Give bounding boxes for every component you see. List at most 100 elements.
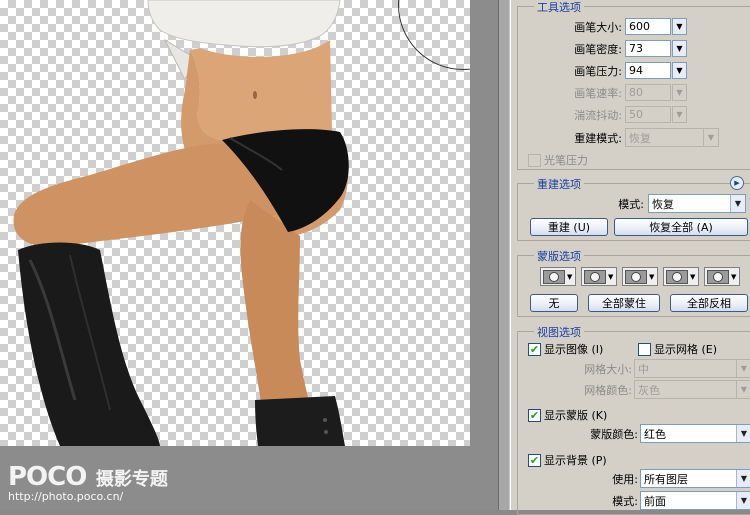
reconstruct-mode-select: 恢复 ▼ bbox=[625, 128, 719, 147]
backdrop-mode-value: 前面 bbox=[644, 494, 666, 508]
brush-density-input[interactable]: 73 bbox=[625, 40, 671, 57]
chevron-down-icon: ▼ bbox=[649, 272, 655, 281]
mask-all-button[interactable]: 全部蒙住 bbox=[588, 294, 660, 312]
show-mesh-checkbox[interactable] bbox=[638, 342, 651, 356]
show-mask-checkbox[interactable]: ✔ bbox=[528, 408, 541, 422]
mesh-size-label: 网格大小: bbox=[584, 362, 632, 376]
chevron-down-icon: ▼ bbox=[736, 425, 750, 442]
watermark-title: 摄影专题 bbox=[95, 469, 168, 490]
reconstruct-mode-value2: 恢复 bbox=[652, 197, 674, 211]
photo-figure bbox=[13, 0, 349, 446]
brush-size-input[interactable]: 600 bbox=[625, 18, 671, 35]
canvas-area: POCO 摄影专题 http://photo.poco.cn/ bbox=[0, 0, 498, 510]
show-image-label: 显示图像 (I) bbox=[544, 343, 604, 356]
use-value: 所有图层 bbox=[644, 472, 688, 486]
invert-all-button[interactable]: 全部反相 bbox=[670, 294, 748, 312]
mask-subtract-button[interactable]: ▼ bbox=[622, 267, 658, 286]
brush-pressure-input[interactable]: 94 bbox=[625, 62, 671, 79]
chevron-down-icon: ▼ bbox=[703, 129, 718, 146]
chevron-down-icon: ▼ bbox=[690, 272, 696, 281]
chevron-down-icon: ▼ bbox=[736, 360, 750, 377]
show-backdrop-checkbox[interactable]: ✔ bbox=[528, 453, 541, 467]
backdrop-mode-select[interactable]: 前面 ▼ bbox=[640, 491, 750, 510]
chevron-down-icon: ▼ bbox=[731, 272, 737, 281]
brush-pressure-row: 画笔压力: 94 ▼ bbox=[562, 62, 687, 79]
checkmark-icon: ✔ bbox=[529, 408, 540, 422]
mask-replace-button[interactable]: ▼ bbox=[540, 267, 576, 286]
show-mask-row: ✔ 显示蒙版 (K) bbox=[528, 407, 607, 423]
use-label: 使用: bbox=[612, 472, 638, 486]
reconstruct-mode-row2: 模式: 恢复 ▼ bbox=[604, 194, 746, 213]
reconstruct-mode-row: 重建模式: 恢复 ▼ bbox=[562, 128, 719, 147]
mask-color-select[interactable]: 红色 ▼ bbox=[640, 424, 750, 443]
mask-options-title: 蒙版选项 bbox=[534, 248, 584, 264]
checkmark-icon: ✔ bbox=[529, 453, 540, 467]
mask-color-value: 红色 bbox=[644, 427, 666, 441]
chevron-down-icon: ▼ bbox=[567, 272, 573, 281]
tool-options-group: 工具选项 画笔大小: 600 ▼ 画笔密度: 73 ▼ 画笔压力: 94 ▼ 画… bbox=[517, 0, 750, 170]
brush-rate-label: 画笔速率: bbox=[574, 86, 622, 100]
reconstruct-mode-value: 恢复 bbox=[629, 131, 651, 145]
brush-rate-dropdown: ▼ bbox=[672, 84, 687, 101]
mesh-color-value: 灰色 bbox=[638, 383, 660, 397]
mesh-size-row: 网格大小: 中 ▼ bbox=[568, 359, 750, 378]
mask-add-button[interactable]: ▼ bbox=[581, 267, 617, 286]
use-select[interactable]: 所有图层 ▼ bbox=[640, 469, 750, 488]
mesh-size-value: 中 bbox=[638, 362, 649, 376]
image-canvas[interactable] bbox=[0, 0, 470, 446]
tool-options-title: 工具选项 bbox=[534, 0, 584, 15]
stylus-pressure-checkbox bbox=[528, 153, 541, 167]
mask-invert-button[interactable]: ▼ bbox=[704, 267, 740, 286]
reconstruct-options-title: 重建选项 bbox=[534, 176, 584, 192]
turbulent-jitter-label: 湍流抖动: bbox=[574, 108, 622, 122]
brush-size-dropdown[interactable]: ▼ bbox=[672, 18, 687, 35]
watermark-url: http://photo.poco.cn/ bbox=[8, 490, 124, 503]
turbulent-jitter-dropdown: ▼ bbox=[672, 106, 687, 123]
stylus-pressure-row: 光笔压力 bbox=[528, 152, 588, 168]
view-options-title: 视图选项 bbox=[534, 324, 584, 340]
chevron-down-icon: ▼ bbox=[676, 88, 683, 97]
watermark-logo: POCO bbox=[8, 462, 87, 492]
watermark: POCO 摄影专题 http://photo.poco.cn/ bbox=[8, 462, 168, 503]
show-backdrop-row: ✔ 显示背景 (P) bbox=[528, 452, 607, 468]
mesh-color-label: 网格颜色: bbox=[584, 383, 632, 397]
reconstruct-button[interactable]: 重建 (U) bbox=[530, 218, 608, 236]
brush-pressure-label: 画笔压力: bbox=[574, 64, 622, 78]
reconstruct-mode-label: 重建模式: bbox=[574, 131, 622, 145]
backdrop-mode-row: 模式: 前面 ▼ bbox=[568, 491, 750, 510]
brush-rate-row: 画笔速率: 80 ▼ bbox=[562, 84, 687, 101]
show-mask-label: 显示蒙版 (K) bbox=[544, 409, 608, 422]
panel-menu-icon[interactable]: ▶ bbox=[730, 176, 744, 190]
show-mesh-row: 显示网格 (E) bbox=[638, 341, 717, 357]
brush-density-row: 画笔密度: 73 ▼ bbox=[562, 40, 687, 57]
show-image-checkbox[interactable]: ✔ bbox=[528, 342, 541, 356]
use-row: 使用: 所有图层 ▼ bbox=[568, 469, 750, 488]
chevron-down-icon: ▼ bbox=[730, 195, 745, 212]
mask-intersect-button[interactable]: ▼ bbox=[663, 267, 699, 286]
stylus-pressure-label: 光笔压力 bbox=[544, 154, 588, 167]
mask-options-group: 蒙版选项 ▼ ▼ ▼ ▼ ▼ 无 全部蒙住 全部反相 bbox=[517, 248, 750, 317]
show-mesh-label: 显示网格 (E) bbox=[654, 343, 718, 356]
reconstruct-mode-select2[interactable]: 恢复 ▼ bbox=[648, 194, 746, 213]
show-image-row: ✔ 显示图像 (I) bbox=[528, 341, 603, 357]
chevron-down-icon: ▼ bbox=[736, 381, 750, 398]
brush-density-dropdown[interactable]: ▼ bbox=[672, 40, 687, 57]
mask-color-label: 蒙版颜色: bbox=[590, 427, 638, 441]
brush-rate-input: 80 bbox=[625, 84, 671, 101]
restore-all-button[interactable]: 恢复全部 (A) bbox=[614, 218, 748, 236]
view-options-group: 视图选项 ✔ 显示图像 (I) 显示网格 (E) 网格大小: 中 ▼ 网格颜色:… bbox=[517, 324, 750, 515]
chevron-down-icon: ▼ bbox=[676, 66, 683, 75]
mesh-size-select: 中 ▼ bbox=[634, 359, 750, 378]
brush-density-label: 画笔密度: bbox=[574, 42, 622, 56]
mask-none-button[interactable]: 无 bbox=[530, 294, 578, 312]
mask-color-row: 蒙版颜色: 红色 ▼ bbox=[568, 424, 750, 443]
brush-size-label: 画笔大小: bbox=[574, 20, 622, 34]
mesh-color-select: 灰色 ▼ bbox=[634, 380, 750, 399]
mesh-color-row: 网格颜色: 灰色 ▼ bbox=[568, 380, 750, 399]
reconstruct-mode-label2: 模式: bbox=[618, 197, 644, 211]
chevron-down-icon: ▼ bbox=[676, 44, 683, 53]
chevron-down-icon: ▼ bbox=[608, 272, 614, 281]
show-backdrop-label: 显示背景 (P) bbox=[544, 454, 607, 467]
chevron-down-icon: ▼ bbox=[676, 22, 683, 31]
brush-pressure-dropdown[interactable]: ▼ bbox=[672, 62, 687, 79]
